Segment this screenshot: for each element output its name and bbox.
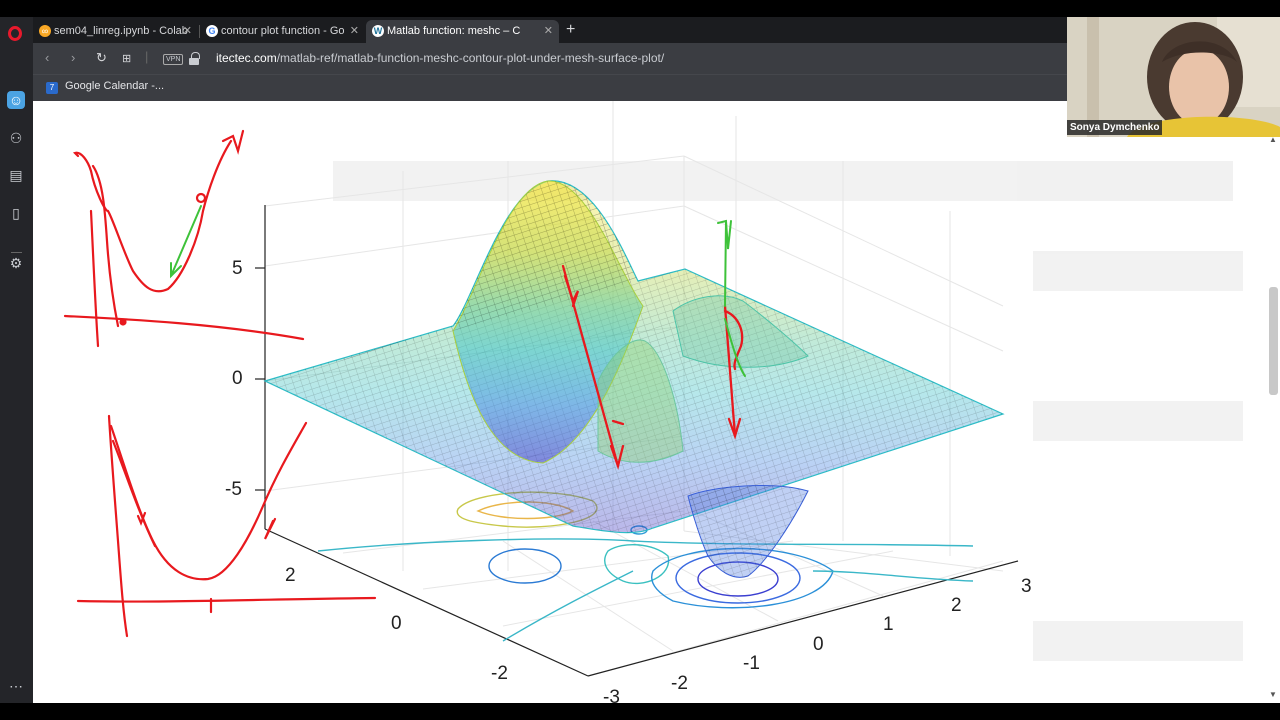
- url-path: /matlab-ref/matlab-function-meshc-contou…: [276, 51, 665, 65]
- wordpress-icon: W: [372, 25, 384, 38]
- browser-sidebar: ☺ ⚇ ▤ ▯ ⚙ ⋯: [0, 17, 33, 703]
- z-tick-labels: 5 0 -5: [225, 258, 243, 500]
- x-tick: -1: [743, 653, 760, 674]
- google-calendar-icon: 7: [46, 82, 58, 94]
- tab-close-icon[interactable]: ✕: [183, 20, 192, 43]
- bookmarks-panel-icon[interactable]: ▯: [7, 204, 25, 222]
- opera-logo-icon[interactable]: [8, 26, 22, 41]
- reload-icon[interactable]: ↻: [96, 50, 107, 66]
- mesh-surface: [263, 180, 1005, 578]
- y-tick: 2: [285, 565, 296, 586]
- x-tick-labels: -3 -2 -1 0 1 2 3: [603, 576, 1032, 703]
- webcam-overlay: Sonya Dymchenko: [1067, 17, 1280, 137]
- new-tab-button[interactable]: +: [566, 20, 575, 40]
- z-tick: 0: [232, 368, 243, 389]
- messenger-icon[interactable]: ☺: [7, 91, 25, 109]
- tab-close-icon[interactable]: ✕: [350, 20, 359, 43]
- tab-close-icon[interactable]: ✕: [544, 20, 553, 43]
- tab-title: contour plot function - Go: [221, 25, 345, 37]
- separator: |: [145, 49, 149, 64]
- y-tick: 0: [391, 613, 402, 634]
- url-domain: itectec.com: [216, 51, 277, 65]
- page-scrollbar[interactable]: ▲ ▼: [1267, 135, 1280, 703]
- x-tick: 3: [1021, 576, 1032, 597]
- participant-video: [1067, 17, 1280, 137]
- x-tick: -3: [603, 687, 620, 703]
- x-tick: 2: [951, 595, 962, 616]
- tab-title: sem04_linreg.ipynb - Colab: [54, 25, 188, 37]
- sidebar-divider: [11, 252, 22, 253]
- letterbox-bottom: [0, 703, 1280, 720]
- google-icon: G: [206, 25, 218, 38]
- url-field[interactable]: itectec.com/matlab-ref/matlab-function-m…: [216, 51, 664, 65]
- y-tick: -2: [491, 663, 508, 684]
- back-icon[interactable]: ‹: [45, 50, 49, 65]
- scroll-thumb[interactable]: [1269, 287, 1278, 395]
- more-options-icon[interactable]: ⋯: [7, 677, 25, 695]
- settings-gear-icon[interactable]: ⚙: [7, 254, 25, 272]
- letterbox-top: [0, 0, 1280, 17]
- vpn-badge[interactable]: VPN: [163, 54, 184, 65]
- forward-icon[interactable]: ›: [71, 50, 75, 65]
- colab-icon: ∞: [39, 25, 51, 38]
- x-tick: 0: [813, 634, 824, 655]
- screen: ☺ ⚇ ▤ ▯ ⚙ ⋯ ∞ sem04_linreg.ipynb - Colab …: [0, 0, 1280, 720]
- tab-matlab-meshc[interactable]: W Matlab function: meshc – C ✕: [366, 20, 559, 43]
- x-tick: 1: [883, 614, 894, 635]
- z-tick: -5: [225, 479, 242, 500]
- tab-bar: ∞ sem04_linreg.ipynb - Colab ✕ Gcontour p…: [33, 17, 1067, 43]
- scroll-down-icon[interactable]: ▼: [1269, 690, 1277, 699]
- workspace-icon[interactable]: ⚇: [7, 129, 25, 147]
- z-tick: 5: [232, 258, 243, 279]
- tab-google-search[interactable]: Gcontour plot function - Go ✕: [200, 20, 365, 43]
- tabs-grid-icon[interactable]: ⊞: [122, 52, 131, 65]
- meshc-figure: 5 0 -5 2 0 -2 -3 -2 -1 0 1 2 3: [63, 101, 1243, 703]
- page-content: 5 0 -5 2 0 -2 -3 -2 -1 0 1 2 3: [33, 101, 1267, 703]
- bookmarks-bar: 7 Google Calendar -...: [33, 74, 1067, 101]
- notes-icon[interactable]: ▤: [7, 166, 25, 184]
- address-bar-row: ‹ › ↻ ⊞ | VPN itectec.com/matlab-ref/mat…: [33, 43, 1067, 74]
- tab-colab[interactable]: ∞ sem04_linreg.ipynb - Colab ✕: [33, 20, 198, 43]
- bookmark-google-calendar[interactable]: Google Calendar -...: [65, 80, 164, 92]
- participant-name: Sonya Dymchenko: [1067, 120, 1163, 135]
- lock-icon-body: [189, 58, 199, 65]
- x-tick: -2: [671, 673, 688, 694]
- tab-title: Matlab function: meshc – C: [387, 25, 521, 37]
